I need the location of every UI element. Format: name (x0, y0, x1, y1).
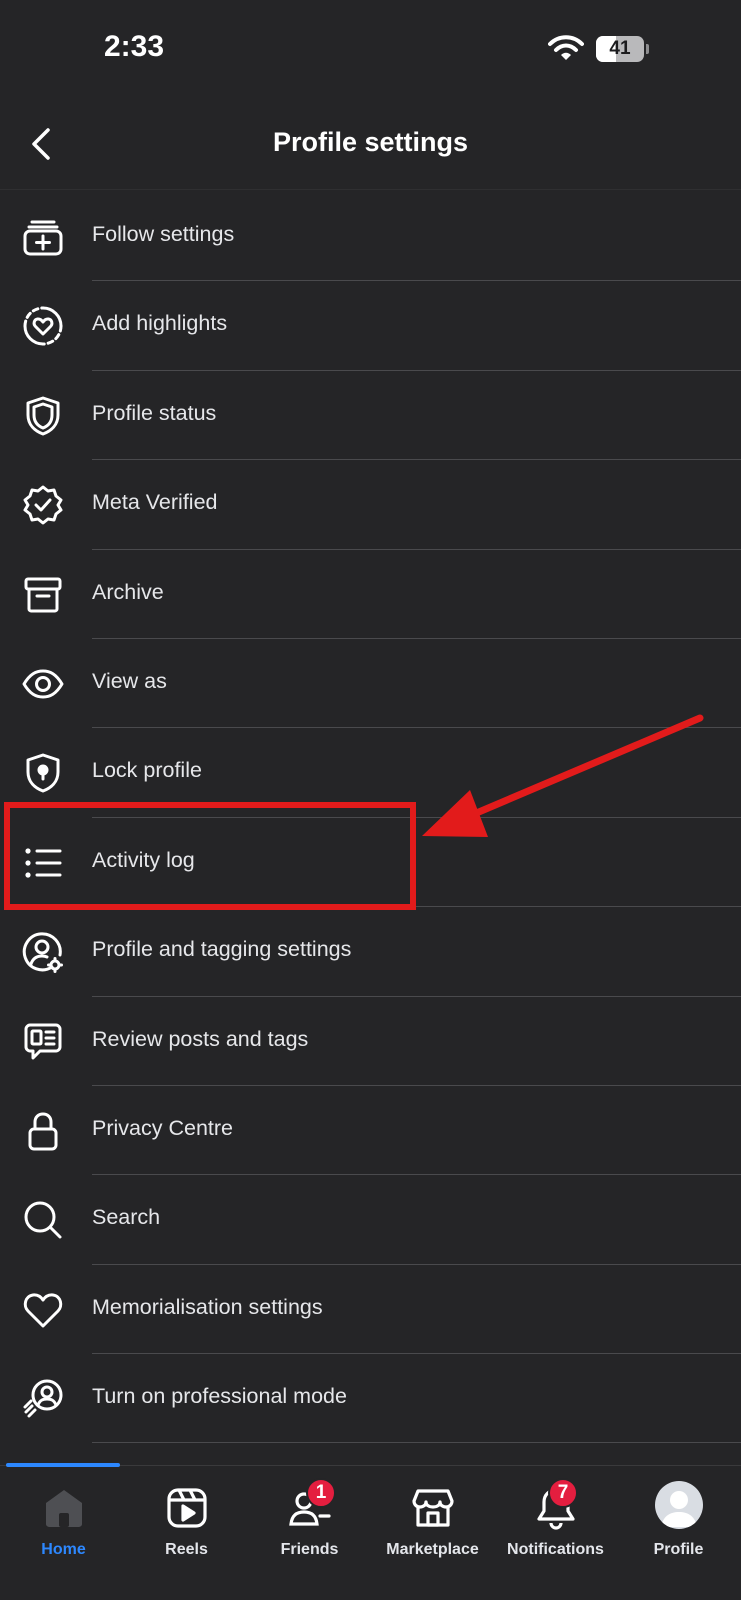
settings-item-label: Turn on professional mode (92, 1384, 347, 1409)
tab-label: Friends (280, 1541, 339, 1558)
tab-reels[interactable]: Reels (125, 1466, 248, 1596)
marketplace-icon (412, 1489, 454, 1527)
highlights-heart-icon (23, 306, 63, 346)
settings-item-archive[interactable]: Archive (0, 550, 741, 639)
wifi-icon (548, 35, 584, 60)
settings-item-search[interactable]: Search (0, 1175, 741, 1265)
battery-tip (646, 44, 649, 54)
user-gear-icon (22, 932, 63, 974)
header: Profile settings (0, 100, 741, 190)
follow-icon (23, 220, 63, 256)
settings-item-view-as[interactable]: View as (0, 639, 741, 729)
settings-item-label: View as (92, 668, 167, 693)
settings-item-profile-tagging[interactable]: Profile and tagging settings (0, 907, 741, 997)
status-time: 2:33 (104, 30, 165, 63)
tab-label: Reels (165, 1541, 208, 1558)
settings-item-review-posts[interactable]: Review posts and tags (0, 997, 741, 1086)
settings-item-label: Meta Verified (92, 490, 218, 515)
page-title: Profile settings (272, 127, 469, 157)
highlight-box (4, 802, 416, 910)
professional-mode-icon (23, 1379, 63, 1418)
settings-item-label: Review posts and tags (92, 1026, 309, 1051)
review-posts-icon (24, 1023, 62, 1060)
settings-item-label: Profile and tagging settings (92, 937, 352, 962)
tab-notifications[interactable]: 7 Notifications (494, 1466, 617, 1596)
lock-shield-icon (26, 753, 60, 793)
settings-item-label: Memorialisation settings (92, 1294, 323, 1319)
tab-marketplace[interactable]: Marketplace (371, 1466, 494, 1596)
shield-icon (26, 396, 60, 436)
settings-item-privacy-centre[interactable]: Privacy Centre (0, 1086, 741, 1176)
search-icon (24, 1201, 62, 1239)
tab-label: Marketplace (386, 1541, 479, 1558)
archive-box-icon (24, 577, 62, 613)
avatar-icon (655, 1481, 703, 1529)
settings-item-label: Add highlights (92, 311, 228, 336)
status-bar: 2:33 41 (0, 0, 741, 100)
tab-label: Notifications (507, 1541, 604, 1558)
settings-item-meta-verified[interactable]: Meta Verified (0, 460, 741, 550)
settings-item-label: Profile status (92, 400, 217, 425)
eye-icon (22, 669, 64, 699)
settings-item-label: Privacy Centre (92, 1115, 233, 1140)
reels-icon (167, 1488, 207, 1528)
verified-badge-icon (23, 485, 63, 525)
friends-badge: 1 (306, 1478, 336, 1508)
home-icon (46, 1490, 82, 1527)
tab-label: Home (41, 1541, 86, 1558)
settings-item-label: Lock profile (92, 758, 202, 783)
battery-indicator: 41 (596, 36, 644, 62)
tab-friends[interactable]: 1 Friends (248, 1466, 371, 1596)
settings-item-label: Search (92, 1205, 161, 1230)
tab-home[interactable]: Home (2, 1466, 125, 1596)
tab-label: Profile (653, 1541, 704, 1558)
settings-item-add-highlights[interactable]: Add highlights (0, 281, 741, 371)
settings-item-memorialisation[interactable]: Memorialisation settings (0, 1265, 741, 1355)
padlock-icon (28, 1112, 58, 1151)
tab-profile[interactable]: Profile (617, 1466, 740, 1596)
settings-item-profile-status[interactable]: Profile status (0, 371, 741, 461)
bottom-nav: Home Reels 1 Friends Marketplace 7 Notif… (0, 1463, 741, 1600)
settings-item-label: Archive (92, 579, 164, 604)
notifications-badge: 7 (548, 1478, 578, 1508)
heart-icon (23, 1293, 63, 1328)
screen: 2:33 41 Profile settings Follow settings (0, 0, 741, 1600)
divider (92, 1442, 741, 1444)
settings-item-follow[interactable]: Follow settings (0, 192, 741, 282)
battery-level: 41 (609, 38, 631, 59)
settings-item-label: Follow settings (92, 222, 235, 246)
settings-item-professional-mode[interactable]: Turn on professional mode (0, 1354, 741, 1444)
